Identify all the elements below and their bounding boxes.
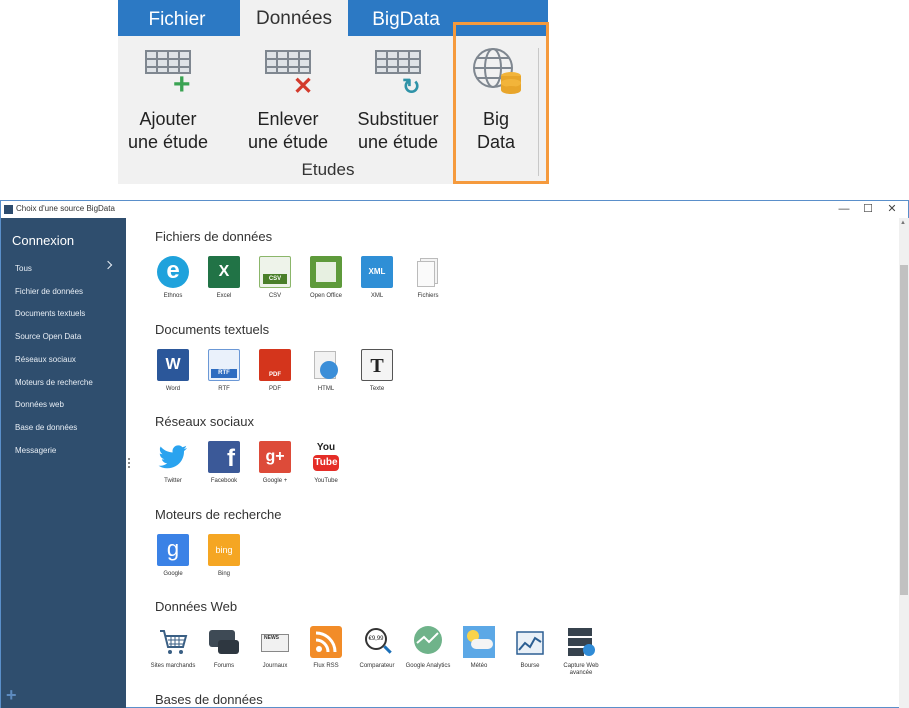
pdf-icon: PDF	[259, 349, 291, 381]
newspaper-icon: NEWS	[259, 626, 291, 658]
tile-bourse[interactable]: Bourse	[505, 626, 555, 670]
scroll-thumb[interactable]	[900, 265, 908, 595]
tile-google-plus[interactable]: g+ Google +	[250, 441, 300, 485]
file-stack-icon	[412, 256, 444, 288]
vertical-scrollbar[interactable]: ▲	[899, 218, 909, 708]
tile-ethnos[interactable]: e Ethnos	[148, 256, 198, 300]
scroll-up-arrow-icon[interactable]: ▲	[900, 220, 906, 226]
rtf-icon: RTF	[208, 349, 240, 381]
csv-icon: CSV	[259, 256, 291, 288]
sidebar: Connexion Tous Fichier de données Docume…	[1, 218, 126, 708]
google-icon: g	[157, 534, 189, 566]
chat-bubbles-icon	[208, 626, 240, 658]
facebook-icon: f	[208, 441, 240, 473]
maximize-button[interactable]: ☐	[858, 202, 878, 216]
replace-study-label: Substituer une étude	[357, 109, 439, 152]
sidebar-item-reseaux-sociaux[interactable]: Réseaux sociaux	[15, 355, 76, 364]
remove-study-button[interactable]: ✕ Enlever une étude	[238, 46, 338, 154]
section-title-bases: Bases de données	[155, 692, 263, 707]
tile-capture-web[interactable]: Capture Web avancée	[556, 626, 606, 677]
sources-panel: Fichiers de données e Ethnos X Excel CSV…	[131, 218, 899, 708]
tile-texte[interactable]: T Texte	[352, 349, 402, 393]
text-file-icon: T	[361, 349, 393, 381]
add-connection-button[interactable]: +	[6, 685, 17, 706]
remove-study-label: Enlever une étude	[247, 109, 329, 152]
big-data-highlight-frame	[453, 22, 549, 184]
tile-csv[interactable]: CSV CSV	[250, 256, 300, 300]
chevron-right-icon[interactable]	[103, 260, 113, 270]
price-magnifier-icon: €9,99	[361, 626, 393, 658]
add-table-icon: +	[143, 46, 193, 100]
tile-comparateur[interactable]: €9,99 Comparateur	[352, 626, 402, 670]
rss-icon	[310, 626, 342, 658]
youtube-icon: You Tube	[310, 441, 342, 473]
tile-journaux[interactable]: NEWS Journaux	[250, 626, 300, 670]
replace-table-icon: ↻	[373, 46, 423, 98]
bigdata-source-dialog: Choix d'une source BigData — ☐ ✕ Connexi…	[0, 200, 909, 708]
tile-word[interactable]: W Word	[148, 349, 198, 393]
section-title-reseaux: Réseaux sociaux	[155, 414, 254, 429]
section-title-fichiers: Fichiers de données	[155, 229, 273, 244]
shopping-cart-icon	[157, 626, 189, 658]
replace-study-button[interactable]: ↻ Substituer une étude	[348, 46, 448, 154]
tile-html[interactable]: HTML	[301, 349, 351, 393]
tile-forums[interactable]: Forums	[199, 626, 249, 670]
sidebar-item-donnees-web[interactable]: Données web	[15, 400, 64, 409]
sidebar-item-tous[interactable]: Tous	[15, 264, 32, 273]
excel-icon: X	[208, 256, 240, 288]
weather-icon	[463, 626, 495, 658]
add-study-label: Ajouter une étude	[127, 109, 209, 152]
sidebar-item-moteurs-de-recherche[interactable]: Moteurs de recherche	[15, 378, 93, 387]
analytics-icon	[412, 626, 444, 658]
splitter-handle[interactable]	[128, 458, 130, 470]
app-icon	[4, 205, 13, 214]
tab-donnees[interactable]: Données	[240, 0, 348, 38]
stock-chart-icon	[514, 626, 546, 658]
dialog-title: Choix d'une source BigData	[16, 204, 115, 213]
html-globe-icon	[310, 349, 342, 381]
section-title-documents: Documents textuels	[155, 322, 270, 337]
tab-bigdata[interactable]: BigData	[352, 0, 460, 36]
open-office-icon	[310, 256, 342, 288]
web-capture-icon	[565, 626, 597, 658]
tile-bing[interactable]: bing Bing	[199, 534, 249, 578]
google-plus-icon: g+	[259, 441, 291, 473]
tile-pdf[interactable]: PDF PDF	[250, 349, 300, 393]
tile-twitter[interactable]: Twitter	[148, 441, 198, 485]
tile-meteo[interactable]: Météo	[454, 626, 504, 670]
tile-rtf[interactable]: RTF RTF	[199, 349, 249, 393]
close-button[interactable]: ✕	[882, 202, 902, 216]
tile-google-analytics[interactable]: Google Analytics	[403, 626, 453, 670]
tile-open-office[interactable]: Open Office	[301, 256, 351, 300]
sidebar-item-messagerie[interactable]: Messagerie	[15, 446, 56, 455]
bing-icon: bing	[208, 534, 240, 566]
tile-excel[interactable]: X Excel	[199, 256, 249, 300]
section-title-donnees-web: Données Web	[155, 599, 238, 614]
sidebar-item-source-open-data[interactable]: Source Open Data	[15, 332, 81, 341]
section-title-moteurs: Moteurs de recherche	[155, 507, 282, 522]
title-bar: Choix d'une source BigData — ☐ ✕	[1, 201, 908, 218]
remove-table-icon: ✕	[263, 46, 313, 99]
tab-fichier[interactable]: Fichier	[118, 0, 236, 36]
add-study-button[interactable]: + Ajouter une étude	[118, 46, 218, 154]
sidebar-item-base-de-donnees[interactable]: Base de données	[15, 423, 77, 432]
tile-sites-marchands[interactable]: Sites marchands	[148, 626, 198, 670]
ethnos-icon: e	[157, 256, 189, 288]
twitter-bird-icon	[157, 441, 189, 473]
sidebar-item-fichier-de-donnees[interactable]: Fichier de données	[15, 287, 83, 296]
tile-facebook[interactable]: f Facebook	[199, 441, 249, 485]
tile-google[interactable]: g Google	[148, 534, 198, 578]
sidebar-title: Connexion	[12, 233, 75, 248]
tile-flux-rss[interactable]: Flux RSS	[301, 626, 351, 670]
tile-fichiers[interactable]: Fichiers	[403, 256, 453, 300]
tile-xml[interactable]: XML XML	[352, 256, 402, 300]
word-icon: W	[157, 349, 189, 381]
minimize-button[interactable]: —	[834, 202, 854, 216]
tile-youtube[interactable]: You Tube YouTube	[301, 441, 351, 485]
xml-icon: XML	[361, 256, 393, 288]
sidebar-item-documents-textuels[interactable]: Documents textuels	[15, 309, 85, 318]
